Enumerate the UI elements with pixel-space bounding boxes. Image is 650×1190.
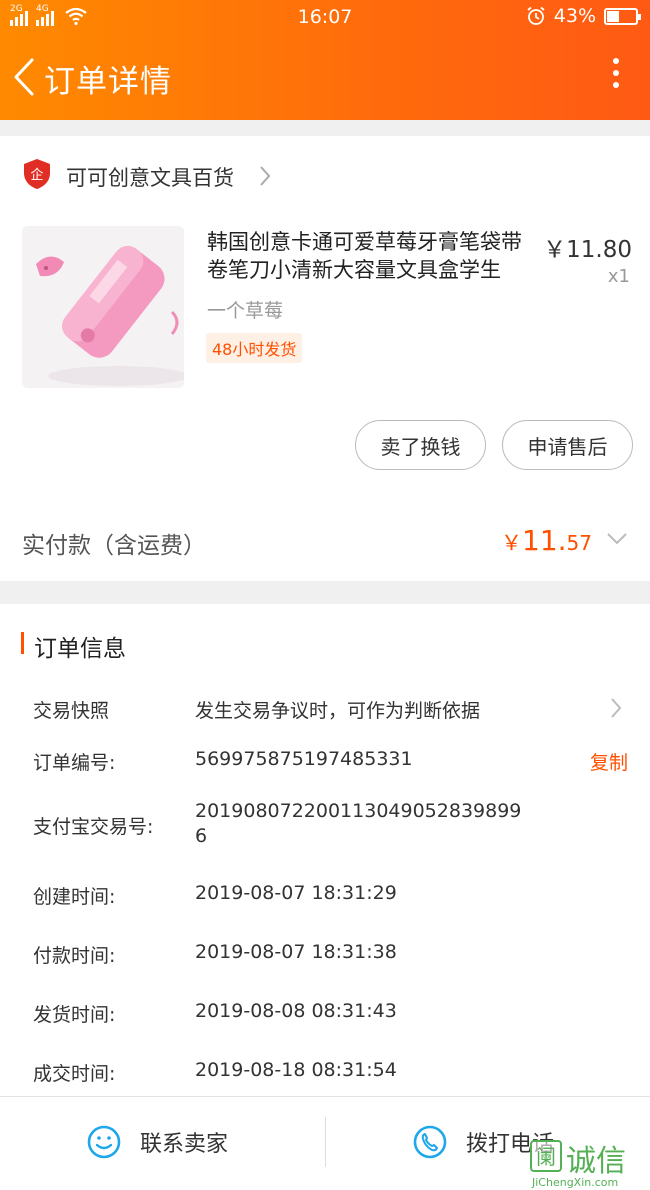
payment-amount: ￥11.57 [501,524,592,557]
goods-image[interactable] [22,226,184,388]
info-label-alipay-number: 支付宝交易号: [33,816,154,838]
watermark-logo: 阑 [530,1140,562,1172]
info-value-paid: 2019-08-07 18:31:38 [195,941,397,963]
after-sale-button[interactable]: 申请售后 [502,420,633,470]
info-value-shipped: 2019-08-08 08:31:43 [195,1000,397,1022]
info-label-completed: 成交时间: [33,1063,116,1085]
info-label-order-number: 订单编号: [33,752,116,774]
info-label-shipped: 发货时间: [33,1004,116,1026]
section-accent-bar [21,632,24,654]
info-value-alipay-number: 201908072200113049052839899 [195,800,522,822]
goods-title[interactable]: 韩国创意卡通可爱草莓牙膏笔袋带卷笔刀小清新大容量文具盒学生 [207,228,539,284]
contact-seller-button[interactable]: 联系卖家 [86,1097,228,1187]
info-value-created: 2019-08-07 18:31:29 [195,882,397,904]
svg-text:阑: 阑 [536,1145,556,1169]
status-bar: 2G 4G 16:07 43% [0,0,650,36]
chevron-right-icon[interactable] [610,697,622,719]
battery-percent: 43% [553,5,596,27]
order-info-card: 订单信息 交易快照 发生交易争议时，可作为判断依据 订单编号: 56997587… [0,604,650,1104]
shipping-badge: 48小时发货 [206,333,303,363]
phone-icon [413,1125,447,1159]
info-label-created: 创建时间: [33,886,116,908]
chevron-right-icon [260,166,271,186]
watermark-url: JiChengXin.com [532,1176,619,1189]
copy-button[interactable]: 复制 [590,748,628,775]
info-value-order-number: 569975875197485331 [195,748,413,770]
shop-logo-icon: 企 [24,159,50,189]
shop-name: 可可创意文具百货 [66,166,234,190]
header: 2G 4G 16:07 43% 订单详情 [0,0,650,120]
navbar: 订单详情 [0,42,650,112]
divider [325,1117,326,1167]
svg-text:企: 企 [30,167,43,183]
order-goods-card: 企 可可创意文具百货 韩国创意卡通可爱草莓牙膏笔袋带卷笔刀小清新大容量文具盒学生… [0,136,650,581]
page-title: 订单详情 [44,64,172,100]
chat-icon [87,1125,121,1159]
info-value-alipay-number-cont: 6 [195,825,208,847]
back-icon[interactable] [8,52,38,102]
goods-sku: 一个草莓 [207,300,284,322]
contact-seller-label: 联系卖家 [140,1132,229,1157]
shop-row[interactable]: 企 可可创意文具百货 [0,136,650,216]
info-value-snapshot[interactable]: 发生交易争议时，可作为判断依据 [195,696,480,723]
info-value-completed: 2019-08-18 08:31:54 [195,1059,397,1081]
info-label-snapshot: 交易快照 [33,700,110,722]
watermark-text: 诚信 [566,1144,626,1179]
sell-for-cash-button[interactable]: 卖了换钱 [355,420,486,470]
goods-quantity: x1 [607,266,630,287]
section-title: 订单信息 [34,636,126,662]
watermark: 阑 诚信 JiChengXin.com [530,1136,648,1190]
goods-price: ￥11.80 [543,237,632,263]
info-label-paid: 付款时间: [33,945,116,967]
status-right: 43% [526,5,641,27]
chevron-down-icon[interactable] [606,532,628,546]
pencil-case-image [22,226,184,388]
alarm-icon [527,6,545,25]
payment-label: 实付款（含运费） [22,533,206,559]
more-vertical-icon[interactable] [606,58,626,98]
battery-icon [604,7,641,25]
